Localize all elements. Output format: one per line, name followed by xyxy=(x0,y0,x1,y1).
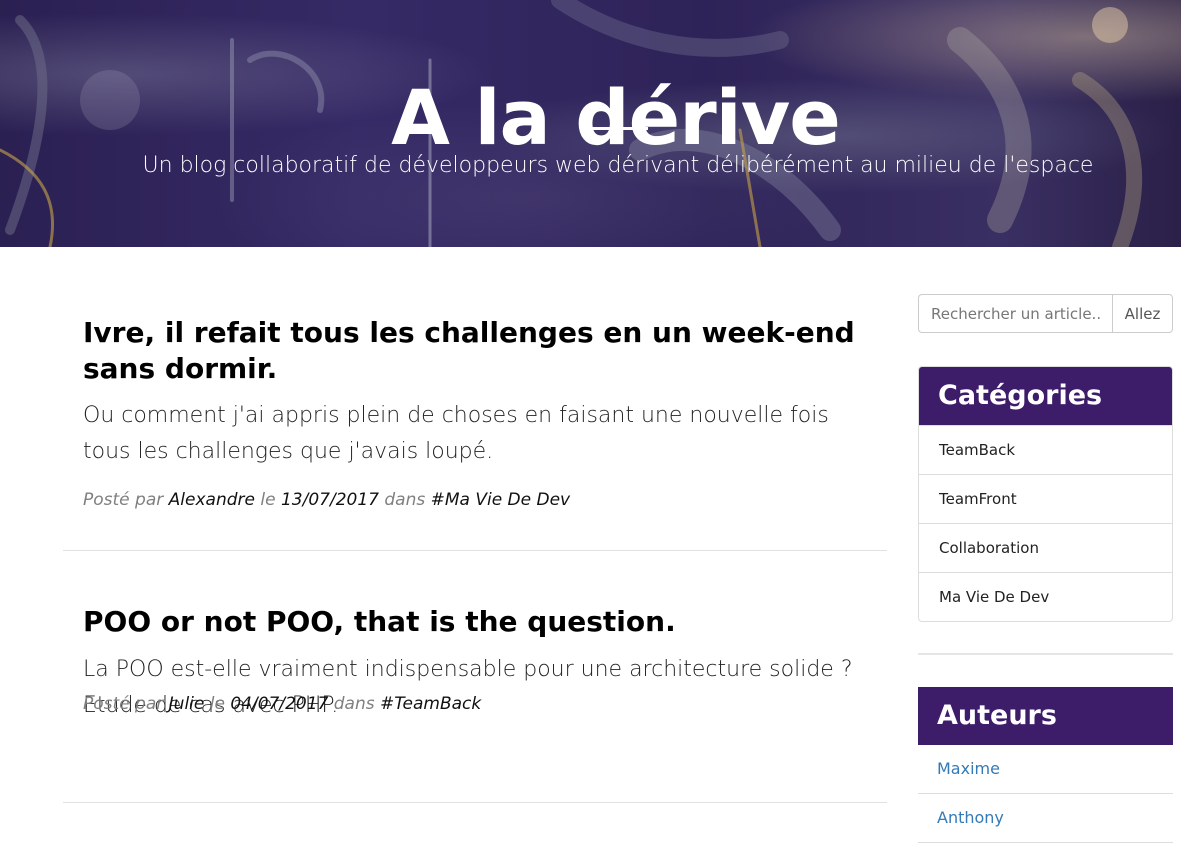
post-date[interactable]: 13/07/2017 xyxy=(281,490,379,510)
post-category-link[interactable]: #Ma Vie De Dev xyxy=(431,490,571,510)
author-link-maxime[interactable]: Maxime xyxy=(918,745,1173,794)
category-item-ma-vie-de-dev[interactable]: Ma Vie De Dev xyxy=(919,572,1172,621)
category-item-collaboration[interactable]: Collaboration xyxy=(919,523,1172,572)
post-title[interactable]: Ivre, il refait tous les challenges en u… xyxy=(83,315,873,387)
site-subtitle: Un blog collaboratif de développeurs web… xyxy=(142,153,1094,178)
post-author-link[interactable]: Julie xyxy=(169,694,205,714)
date-label: le xyxy=(260,490,276,510)
post-preview: POO or not POO, that is the question. La… xyxy=(63,551,887,803)
posted-by-label: Posté par xyxy=(83,490,164,510)
post-preview: Ivre, il refait tous les challenges en u… xyxy=(63,247,887,551)
posted-by-label: Posté par xyxy=(83,694,164,714)
category-item-teamback[interactable]: TeamBack xyxy=(919,425,1172,474)
search-button[interactable]: Allez xyxy=(1112,294,1173,333)
categories-heading: Catégories xyxy=(919,367,1172,425)
post-meta: Posté par Julie le 04/07/2017 dans #Team… xyxy=(83,692,481,716)
site-header: A la dérive Un blog collaboratif de déve… xyxy=(0,0,1181,247)
post-list: Ivre, il refait tous les challenges en u… xyxy=(63,247,887,803)
category-label: dans xyxy=(384,490,426,510)
post-date[interactable]: 04/07/2017 xyxy=(230,694,328,714)
title-divider xyxy=(588,127,648,130)
post-author-link[interactable]: Alexandre xyxy=(169,490,255,510)
post-title[interactable]: POO or not POO, that is the question. xyxy=(83,604,873,640)
category-label: dans xyxy=(333,694,375,714)
authors-heading: Auteurs xyxy=(918,687,1173,745)
authors-panel: Auteurs Maxime Anthony xyxy=(918,687,1173,843)
date-label: le xyxy=(209,694,225,714)
post-meta: Posté par Alexandre le 13/07/2017 dans #… xyxy=(83,488,570,512)
post-excerpt[interactable]: Ou comment j'ai appris plein de choses e… xyxy=(83,398,883,470)
author-link-anthony[interactable]: Anthony xyxy=(918,794,1173,843)
post-category-link[interactable]: #TeamBack xyxy=(380,694,481,714)
sidebar-divider xyxy=(918,653,1173,655)
search-input[interactable] xyxy=(918,294,1113,333)
category-item-teamfront[interactable]: TeamFront xyxy=(919,474,1172,523)
categories-panel: Catégories TeamBack TeamFront Collaborat… xyxy=(918,366,1173,622)
